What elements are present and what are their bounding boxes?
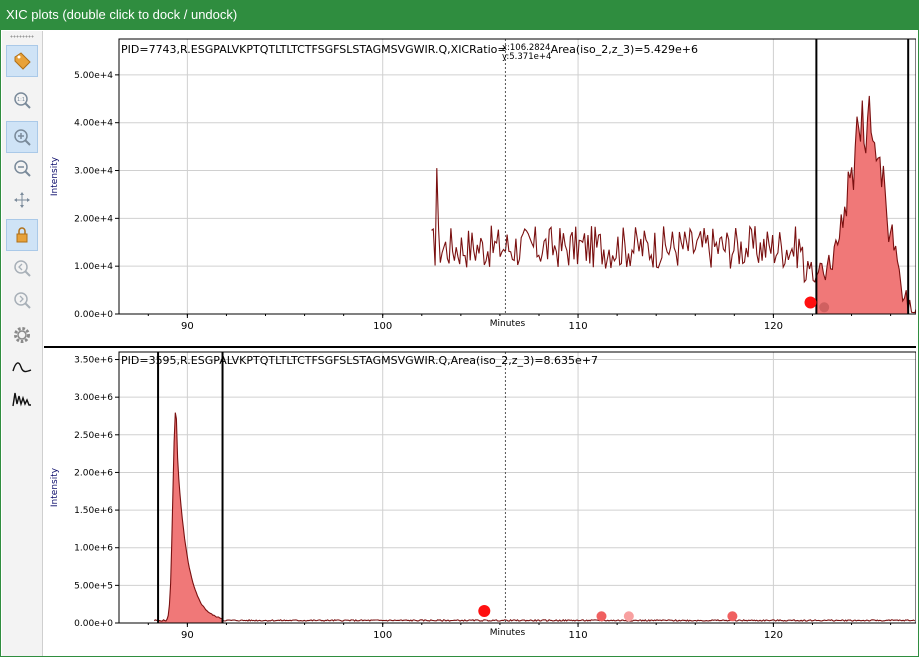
- xic-chart-bottom[interactable]: 0.00e+0 5.00e+5 1.00e+6 1.50e+6 2.00e+6 2.50e…: [44, 348, 916, 654]
- plot-area: [118, 351, 916, 624]
- x-tick-label: 110: [569, 630, 588, 641]
- y-tick-label: 1.00e+4: [74, 262, 113, 272]
- settings-gear-icon: [14, 327, 30, 343]
- cursor-readout: x:106.2824 y:5.371e+4: [502, 44, 551, 62]
- smooth-curve-button[interactable]: [6, 351, 38, 383]
- zoom-fit-button[interactable]: 1:1: [6, 84, 38, 116]
- plot-top-header: PID=7743,R.ESGPALVKPTQTLTLTCTFSGFSLSTAGM…: [121, 43, 698, 56]
- pan-move-icon: [14, 192, 30, 208]
- ms2-marker: [623, 611, 634, 622]
- zoom-next-icon: [14, 292, 31, 309]
- y-axis-label: Intensity: [50, 467, 60, 507]
- plot-top-header-area: Area(iso_2,z_3)=5.429e+6: [550, 43, 698, 56]
- ms2-marker: [804, 296, 817, 309]
- plot-area: [118, 38, 916, 315]
- ms2-marker: [819, 302, 830, 313]
- label-tag-button[interactable]: [6, 45, 38, 77]
- plot-top-header-main: PID=7743,R.ESGPALVKPTQTLTLTCTFSGFSLSTAGM…: [121, 43, 507, 56]
- zoom-fit-icon: 1:1: [14, 92, 31, 109]
- zoom-prev-icon: [14, 260, 31, 277]
- zoom-next-button[interactable]: [6, 284, 38, 316]
- ms2-marker: [478, 604, 491, 617]
- x-tick-label: 100: [373, 321, 392, 332]
- zoom-in-button[interactable]: [6, 121, 38, 153]
- x-axis-label: Minutes: [490, 628, 526, 638]
- window-title: XIC plots (double click to dock / undock…: [6, 7, 238, 22]
- plot-toolbar: 1:1: [2, 31, 43, 656]
- y-tick-label: 2.00e+4: [74, 214, 113, 224]
- label-tag-icon: [14, 52, 31, 70]
- lock-icon: [16, 227, 28, 243]
- x-tick-label: 90: [181, 321, 194, 332]
- x-tick-label: 120: [764, 630, 783, 641]
- x-tick-label: 110: [569, 321, 588, 332]
- lock-button[interactable]: [6, 219, 38, 251]
- zoom-out-icon: [14, 160, 31, 177]
- y-tick-label: 1.50e+6: [74, 506, 113, 516]
- x-tick-label: 90: [181, 630, 194, 641]
- window-title-bar[interactable]: XIC plots (double click to dock / undock…: [0, 0, 919, 30]
- y-tick-label: 0.00e+0: [74, 619, 113, 629]
- smooth-curve-icon: [12, 362, 32, 373]
- y-tick-label: 2.50e+6: [74, 431, 113, 441]
- y-tick-label: 5.00e+4: [74, 71, 113, 81]
- xic-chart-top[interactable]: 0.00e+0 1.00e+4 2.00e+4 3.00e+4 4.00e+4 5.00e…: [44, 33, 916, 346]
- y-tick-label: 5.00e+5: [74, 581, 113, 591]
- svg-text:1:1: 1:1: [17, 97, 25, 103]
- y-tick-label: 4.00e+4: [74, 119, 113, 129]
- x-tick-label: 120: [764, 321, 783, 332]
- y-tick-label: 0.00e+0: [74, 310, 113, 320]
- settings-button[interactable]: [6, 319, 38, 351]
- y-tick-label: 3.00e+4: [74, 167, 113, 177]
- xic-plot-top[interactable]: 0.00e+0 1.00e+4 2.00e+4 3.00e+4 4.00e+4 5.00e…: [44, 33, 916, 346]
- pan-move-button[interactable]: [6, 184, 38, 216]
- ms2-marker: [727, 611, 738, 622]
- ms2-marker: [596, 611, 607, 622]
- plot-bottom-header: PID=3595,R.ESGPALVKPTQTLTLTCTFSGFSLSTAGM…: [121, 354, 599, 367]
- xic-panel: 1:1 0.00e+0 1.00e+4 2.00e+4 3.00e+4 4.00…: [0, 30, 919, 657]
- y-tick-label: 3.00e+6: [74, 393, 113, 403]
- zoom-in-icon: [14, 129, 31, 146]
- zoom-prev-button[interactable]: [6, 252, 38, 284]
- y-axis-label: Intensity: [50, 156, 60, 196]
- cursor-readout-y: y:5.371e+4: [502, 52, 552, 62]
- raw-peaks-icon: [12, 392, 31, 407]
- raw-peaks-button[interactable]: [6, 383, 38, 415]
- x-axis-label: Minutes: [490, 319, 526, 329]
- toolbar-grip[interactable]: [10, 35, 34, 38]
- y-tick-label: 1.00e+6: [74, 544, 113, 554]
- x-tick-label: 100: [373, 630, 392, 641]
- xic-plot-bottom[interactable]: 0.00e+0 5.00e+5 1.00e+6 1.50e+6 2.00e+6 2.50e…: [44, 346, 916, 654]
- zoom-out-button[interactable]: [6, 152, 38, 184]
- y-tick-label: 3.50e+6: [74, 356, 113, 366]
- y-tick-label: 2.00e+6: [74, 468, 113, 478]
